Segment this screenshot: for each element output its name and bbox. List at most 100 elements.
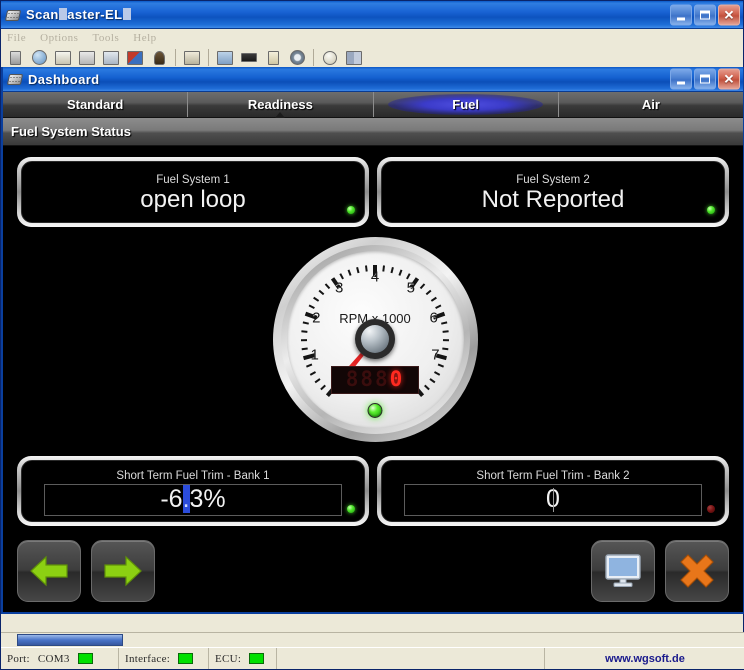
tab-marker-triangle [275, 112, 285, 118]
menu-item-options[interactable]: Options [40, 32, 78, 44]
fuel-system-1-panel: Fuel System 1 open loop [17, 157, 369, 227]
trash-icon[interactable] [4, 47, 26, 68]
gauge-tick-label: 1 [310, 347, 318, 364]
app-titlebar: Scanaster-EL ✕ [1, 1, 743, 29]
globe-icon[interactable] [28, 47, 50, 68]
fuel-system-1-status-led [347, 206, 355, 214]
application-window: Scanaster-EL ✕ File Options Tools Help [0, 0, 744, 670]
dashboard-button-row [3, 540, 743, 606]
status-ecu-label: ECU: [215, 653, 241, 665]
gauge-tick-label: 5 [407, 279, 415, 296]
status-interface-label: Interface: [125, 653, 170, 665]
fuel-trim-bank-1-panel: Short Term Fuel Trim - Bank 1 -6.3% [17, 456, 369, 526]
cone-icon[interactable] [148, 47, 170, 68]
app-title: Scanaster-EL [26, 7, 131, 22]
status-port-led [78, 653, 93, 664]
status-port-label: Port: [7, 653, 30, 665]
status-spacer [277, 648, 545, 669]
next-page-button[interactable] [91, 540, 155, 602]
dashboard-minimize-button[interactable] [670, 69, 692, 90]
fuel-system-1-value: open loop [140, 187, 245, 212]
fuel-system-2-status-led [707, 206, 715, 214]
menu-item-tools[interactable]: Tools [92, 32, 119, 44]
status-interface: Interface: [119, 648, 209, 669]
section-title: Fuel System Status [3, 118, 743, 146]
fuel-trim-bank-2-status-led [707, 505, 715, 513]
close-x-icon [678, 552, 716, 590]
rpm-gauge: 012345678 RPM x 1000 8880 [273, 237, 478, 442]
menu-item-file[interactable]: File [7, 32, 26, 44]
toolbar-separator [313, 49, 314, 66]
dashboard-window: Dashboard ✕ Standard Readiness Fuel [1, 67, 744, 614]
app-close-button[interactable]: ✕ [718, 4, 740, 25]
horizontal-scrollbar[interactable] [1, 632, 744, 647]
status-website-link[interactable]: www.wgsoft.de [605, 653, 685, 665]
statusbar: Port: COM3 Interface: ECU: www.wgsoft.de [1, 647, 744, 669]
document-icon[interactable] [52, 47, 74, 68]
app-maximize-button[interactable] [694, 4, 716, 25]
fuel-trim-row: Short Term Fuel Trim - Bank 1 -6.3% Shor… [3, 456, 743, 526]
fuel-trim-bank-1-label: Short Term Fuel Trim - Bank 1 [116, 470, 269, 482]
toolbar-separator [175, 49, 176, 66]
note-icon[interactable] [262, 47, 284, 68]
fuel-trim-bank-2-panel: Short Term Fuel Trim - Bank 2 0 [377, 456, 729, 526]
close-dashboard-button[interactable] [665, 540, 729, 602]
tab-air[interactable]: Air [559, 92, 743, 117]
app-minimize-button[interactable] [670, 4, 692, 25]
status-port-value: COM3 [38, 653, 70, 665]
fuel-trim-bank-1-field[interactable]: -6.3% [44, 484, 342, 516]
gauge-lcd-display: 8880 [331, 366, 419, 394]
fuel-system-2-value: Not Reported [482, 187, 625, 212]
tab-fuel[interactable]: Fuel [374, 92, 559, 117]
status-ecu-led [249, 653, 264, 664]
previous-page-button[interactable] [17, 540, 81, 602]
dashboard-close-button[interactable]: ✕ [718, 69, 740, 90]
status-website[interactable]: www.wgsoft.de [545, 648, 744, 669]
fuel-system-row: Fuel System 1 open loop Fuel System 2 No… [3, 157, 743, 227]
gauge-tick-label: 7 [431, 347, 439, 364]
dashboard-titlebar: Dashboard ✕ [3, 67, 743, 92]
fuel-trim-bank-2-field[interactable]: 0 [404, 484, 702, 516]
text-caret [553, 488, 554, 512]
gauge-hub [355, 319, 395, 359]
monitor-icon [603, 553, 643, 589]
dashboard-window-buttons: ✕ [670, 69, 740, 90]
arrow-left-icon [29, 554, 69, 588]
vehicle-alt-icon[interactable] [100, 47, 122, 68]
tab-readiness[interactable]: Readiness [188, 92, 373, 117]
disc-icon[interactable] [286, 47, 308, 68]
window-icon[interactable] [214, 47, 236, 68]
fuel-trim-bank-1-status-led [347, 505, 355, 513]
dashboard-title: Dashboard [28, 72, 100, 87]
status-port: Port: COM3 [1, 648, 119, 669]
fuel-trim-bank-1-value: -6.3% [160, 487, 225, 512]
app-window-buttons: ✕ [670, 4, 740, 25]
fuel-trim-bank-2-label: Short Term Fuel Trim - Bank 2 [476, 470, 629, 482]
display-button[interactable] [591, 540, 655, 602]
gauge-status-led [368, 403, 383, 418]
scrollbar-thumb[interactable] [17, 634, 123, 646]
info-icon[interactable] [319, 47, 341, 68]
image-icon[interactable] [124, 47, 146, 68]
tab-standard[interactable]: Standard [3, 92, 188, 117]
lcd-value: 0 [390, 369, 405, 390]
gauge-tick-label: 4 [371, 268, 379, 285]
text-selection-highlight: . [183, 485, 190, 513]
vehicle-icon[interactable] [76, 47, 98, 68]
bar-icon[interactable] [238, 47, 260, 68]
status-ecu: ECU: [209, 648, 277, 669]
fuel-system-2-panel: Fuel System 2 Not Reported [377, 157, 729, 227]
gauge-tick-label: 6 [430, 309, 438, 326]
status-interface-led [178, 653, 193, 664]
menu-item-help[interactable]: Help [133, 32, 156, 44]
gauge-tick-label: 3 [335, 279, 343, 296]
gauge-face: 012345678 RPM x 1000 8880 [287, 251, 464, 428]
print-icon[interactable] [181, 47, 203, 68]
dashboard-chip-icon [7, 71, 23, 87]
book-icon[interactable] [343, 47, 365, 68]
app-chip-icon [5, 7, 21, 23]
dashboard-maximize-button[interactable] [694, 69, 716, 90]
arrow-right-icon [103, 554, 143, 588]
fuel-system-1-label: Fuel System 1 [156, 174, 230, 186]
toolbar-separator [208, 49, 209, 66]
